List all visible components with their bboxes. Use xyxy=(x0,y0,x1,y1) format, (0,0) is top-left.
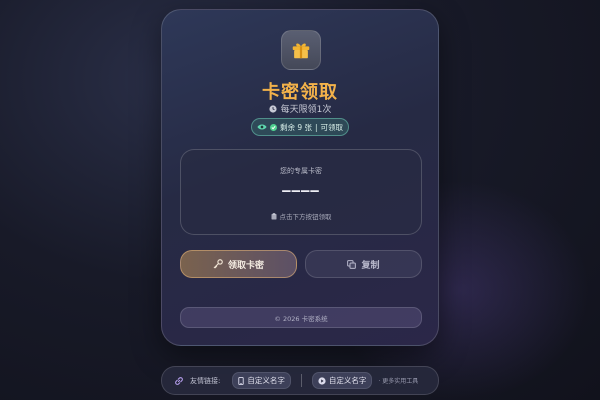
link-icon xyxy=(175,376,183,385)
code-hint-text: 点击下方按钮领取 xyxy=(279,213,332,221)
remaining-count: 剩余 9 张 xyxy=(279,122,312,132)
friend-links-label: 友情链接: xyxy=(190,376,221,385)
code-value: ———— xyxy=(282,183,320,199)
copy-button-label: 复制 xyxy=(361,260,380,271)
clock-icon xyxy=(269,104,277,113)
friend-link-2[interactable]: 自定义名字 xyxy=(311,372,373,389)
page-title: 卡密领取 xyxy=(262,82,338,103)
code-label: 您的专属卡密 xyxy=(280,167,322,175)
friend-link-1-text: 自定义名字 xyxy=(247,376,285,385)
play-icon xyxy=(318,376,326,385)
more-tools-link[interactable]: · 更多实用工具 xyxy=(378,376,418,385)
phone-icon xyxy=(238,376,245,385)
code-hint: 点击下方按钮领取 xyxy=(181,211,421,221)
claim-button[interactable]: 领取卡密 xyxy=(180,250,297,278)
clipboard-icon xyxy=(271,212,276,219)
status-separator: | xyxy=(315,122,318,132)
daily-limit-note: 每天限领1次 xyxy=(162,102,438,115)
key-icon xyxy=(213,259,223,269)
card-code-box: 您的专属卡密 ———— 点击下方按钮领取 xyxy=(180,149,422,235)
eye-icon xyxy=(257,124,267,130)
copyright-text: © 2026 卡密系统 xyxy=(274,314,328,323)
copyright-footer: © 2026 卡密系统 xyxy=(180,307,422,328)
claim-button-label: 领取卡密 xyxy=(227,260,264,271)
copy-button[interactable]: 复制 xyxy=(305,250,422,278)
gift-logo xyxy=(281,30,321,70)
friend-link-1[interactable]: 自定义名字 xyxy=(232,372,291,389)
claim-card: 卡密领取 每天限领1次 剩余 9 张 | 可领取 您的专属卡密 ———— 点击下… xyxy=(161,9,439,346)
more-tools-text: 更多实用工具 xyxy=(382,378,419,385)
status-badge: 剩余 9 张 | 可领取 xyxy=(251,118,349,136)
check-circle-icon xyxy=(269,123,277,131)
gift-icon xyxy=(292,43,310,59)
friend-link-2-text: 自定义名字 xyxy=(328,376,367,385)
daily-limit-text: 每天限领1次 xyxy=(280,105,332,115)
claim-availability: 可领取 xyxy=(320,122,344,132)
friend-links-bar: 友情链接: 自定义名字 自定义名字 · 更多实用工具 xyxy=(161,366,439,395)
copy-icon xyxy=(347,259,357,269)
links-divider xyxy=(300,374,302,387)
